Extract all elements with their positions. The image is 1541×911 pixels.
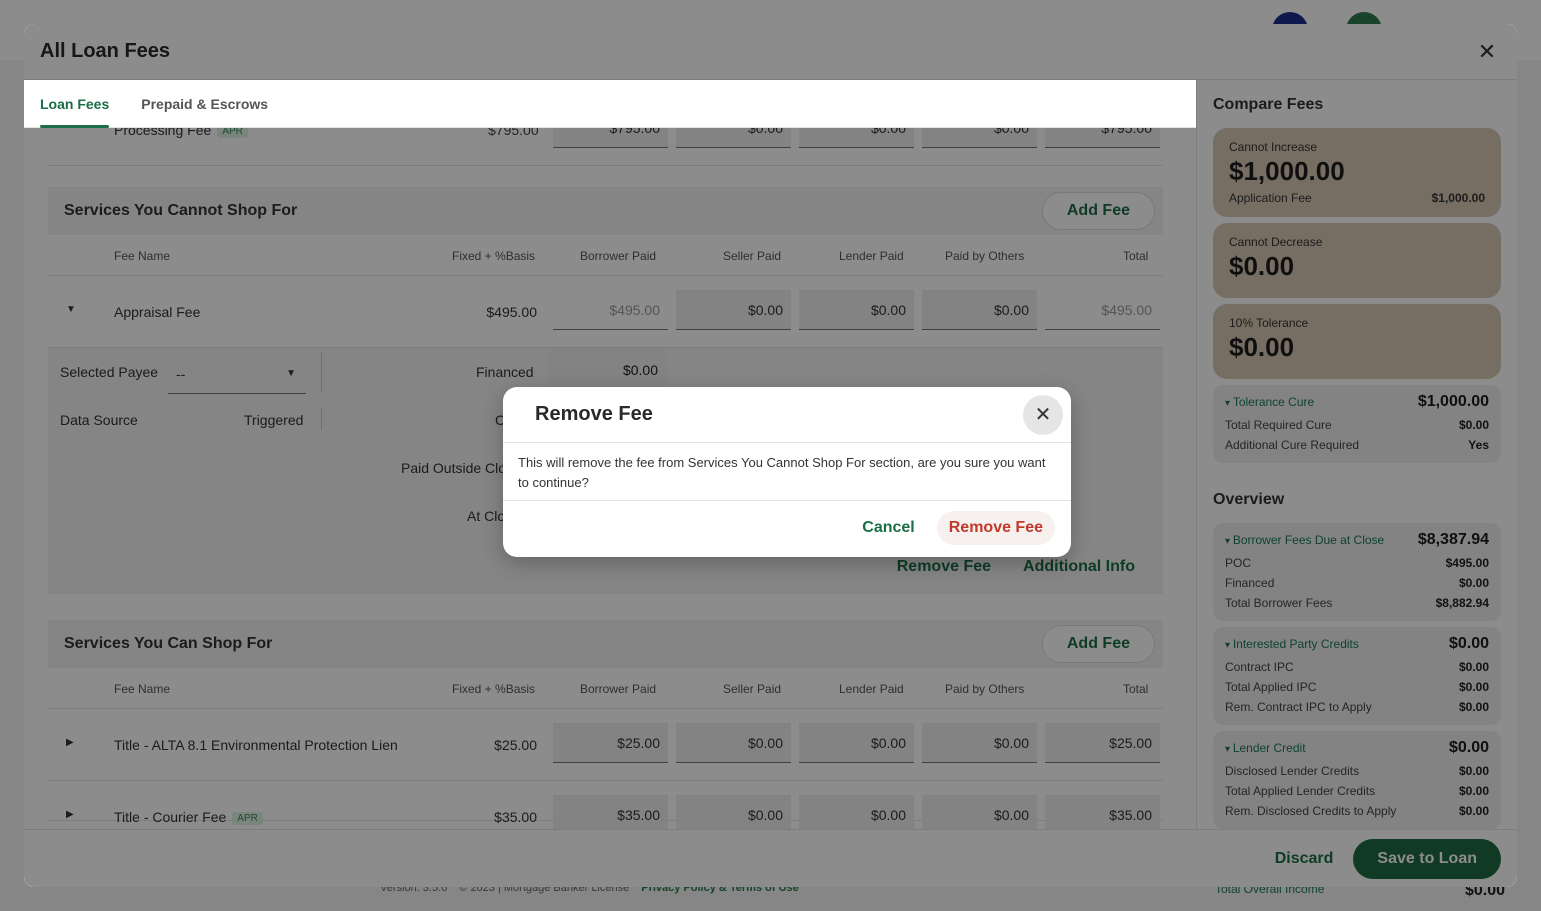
- tab-loan-fees[interactable]: Loan Fees: [40, 80, 110, 128]
- dialog-header: Remove Fee ✕: [503, 387, 1071, 443]
- tab-bar: Loan Fees Prepaid & Escrows: [24, 80, 1196, 128]
- close-icon[interactable]: ✕: [1023, 394, 1063, 435]
- tab-prepaid-escrows[interactable]: Prepaid & Escrows: [141, 80, 268, 128]
- remove-fee-button[interactable]: Remove Fee: [936, 511, 1055, 545]
- dialog-actions: Cancel Remove Fee: [503, 501, 1071, 555]
- remove-fee-dialog: Remove Fee ✕ This will remove the fee fr…: [503, 387, 1071, 557]
- cancel-button[interactable]: Cancel: [848, 511, 928, 545]
- dialog-message: This will remove the fee from Services Y…: [503, 443, 1071, 501]
- dialog-title: Remove Fee: [535, 403, 653, 425]
